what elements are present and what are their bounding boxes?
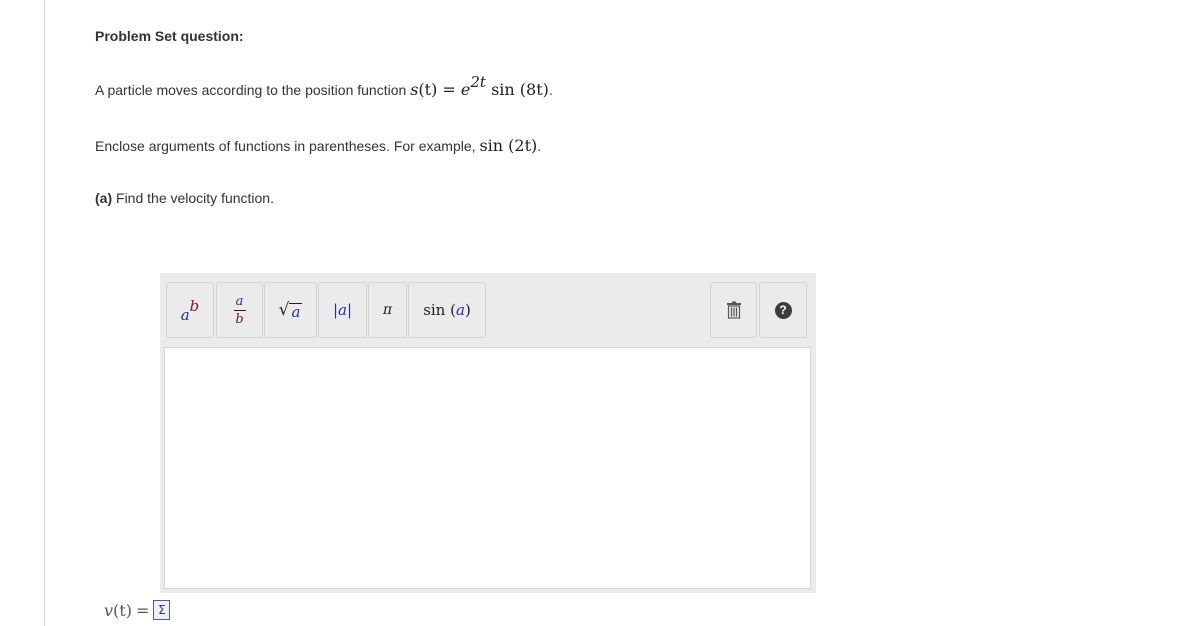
fraction-template-icon: a b	[233, 293, 246, 327]
sin-template-icon: sin (a)	[423, 301, 471, 319]
frac-bar	[233, 309, 246, 311]
example-fn-sin: sin	[479, 136, 504, 155]
trash-icon	[726, 301, 741, 319]
part-a-prompt: (a) Find the velocity function.	[95, 190, 274, 206]
position-function-math: s(t) = e2t sin (8t)	[410, 73, 549, 99]
problem-period: .	[548, 82, 553, 98]
answer-arg-t: (t)	[113, 600, 132, 620]
frac-den: b	[235, 311, 244, 327]
power-template-icon: ab	[181, 297, 200, 324]
sqrt-template-button[interactable]: √ a	[264, 282, 317, 338]
math-arg-t: (t)	[418, 80, 438, 99]
problem-statement: A particle moves according to the positi…	[95, 73, 553, 99]
part-a-text: Find the velocity function.	[112, 190, 274, 206]
math-fn-sin: sin	[491, 80, 515, 99]
sin-template-button[interactable]: sin (a)	[408, 282, 486, 338]
math-fn-arg: (8t)	[519, 80, 549, 99]
page: Problem Set question: A particle moves a…	[0, 0, 1195, 626]
frac-num: a	[235, 293, 244, 309]
equation-editor-icon[interactable]: Σ	[153, 600, 171, 620]
instruction: Enclose arguments of functions in parent…	[95, 136, 541, 155]
help-icon: ?	[774, 301, 792, 319]
abs-template-icon: |a|	[332, 301, 353, 319]
instruction-text: Enclose arguments of functions in parent…	[95, 138, 480, 154]
example-fn-arg: (2t)	[508, 136, 538, 155]
problem-text: A particle moves according to the positi…	[95, 82, 411, 98]
sqrt-symbol: √	[278, 300, 290, 320]
power-base: a	[180, 306, 190, 324]
velocity-answer-row: v (t) = Σ	[104, 598, 171, 622]
abs-template-button[interactable]: |a|	[318, 282, 367, 338]
example-math: sin (2t)	[479, 136, 537, 155]
equation-entry-area[interactable]	[164, 347, 811, 589]
math-equals: =	[442, 80, 456, 99]
math-exponent: 2t	[470, 73, 486, 91]
power-template-button[interactable]: ab	[166, 282, 214, 338]
answer-var-v: v	[104, 600, 114, 620]
math-base-e: e	[460, 80, 471, 99]
left-divider	[44, 0, 45, 626]
sin-fn: sin	[423, 301, 446, 319]
sin-arg: a	[455, 301, 465, 319]
instruction-period: .	[537, 138, 542, 154]
answer-equals: =	[135, 600, 150, 620]
equation-editor: ab a b √ a |a| π sin (a) ?	[160, 273, 816, 593]
pi-button[interactable]: π	[368, 282, 407, 338]
pi-icon: π	[382, 302, 393, 318]
sqrt-template-icon: √ a	[279, 300, 303, 320]
sin-close: )	[464, 301, 471, 319]
power-exp: b	[189, 297, 200, 315]
fraction-template-button[interactable]: a b	[216, 282, 263, 338]
clear-button[interactable]	[710, 282, 757, 338]
sqrt-arg: a	[289, 303, 303, 321]
help-button[interactable]: ?	[759, 282, 807, 338]
editor-toolbar: ab a b √ a |a| π sin (a) ?	[160, 273, 816, 345]
part-a-label: (a)	[95, 190, 113, 206]
page-heading: Problem Set question:	[95, 28, 244, 44]
